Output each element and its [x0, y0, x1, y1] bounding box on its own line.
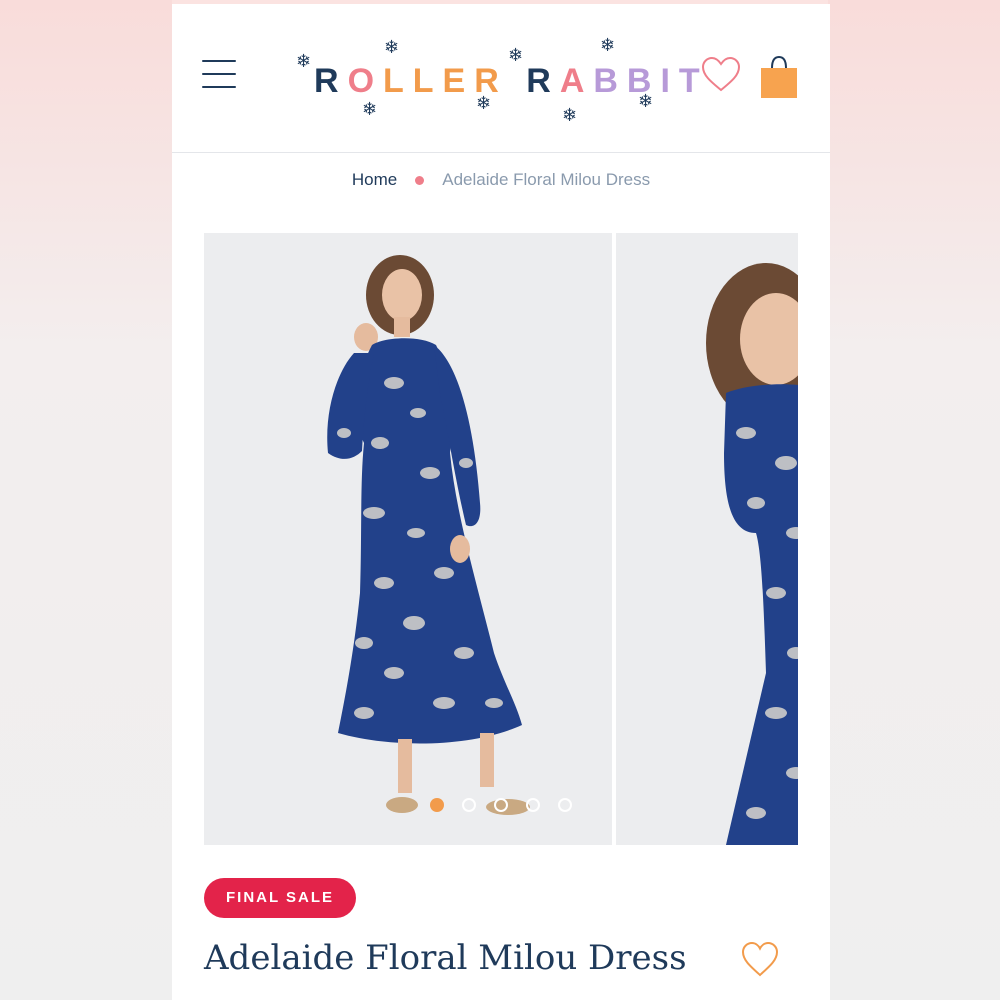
snowflake-icon: ❄ — [600, 35, 616, 55]
final-sale-badge: FINAL SALE — [204, 878, 357, 918]
shopping-bag-icon[interactable] — [758, 54, 800, 100]
hamburger-menu-icon[interactable] — [202, 60, 236, 94]
product-image-side[interactable] — [616, 233, 798, 845]
site-header: ❄ ❄ ❄ ❄ ❄ ❄ ❄ ❄ ROLLER RABBIT — [172, 4, 830, 153]
mobile-page: ❄ ❄ ❄ ❄ ❄ ❄ ❄ ❄ ROLLER RABBIT Home Adelai… — [172, 4, 830, 1000]
breadcrumb-home-link[interactable]: Home — [352, 170, 397, 189]
breadcrumb: Home Adelaide Floral Milou Dress — [172, 170, 830, 190]
logo-letter: A — [559, 62, 594, 100]
logo-letter: R — [526, 62, 560, 100]
carousel-dot-3[interactable] — [494, 798, 508, 812]
snowflake-icon: ❄ — [296, 51, 312, 71]
roller-rabbit-logo[interactable]: ❄ ❄ ❄ ❄ ❄ ❄ ❄ ❄ ROLLER RABBIT — [292, 32, 700, 128]
logo-space — [508, 62, 526, 100]
logo-letter: R — [314, 62, 348, 100]
carousel-dot-5[interactable] — [558, 798, 572, 812]
snowflake-icon: ❄ — [362, 99, 378, 119]
product-image-front[interactable] — [204, 233, 612, 845]
logo-letter: BBIT — [593, 62, 709, 100]
carousel-dot-2[interactable] — [462, 798, 476, 812]
logo-letter: O — [347, 62, 384, 100]
snowflake-icon: ❄ — [384, 37, 400, 57]
carousel-dot-4[interactable] — [526, 798, 540, 812]
product-title: Adelaide Floral Milou Dress — [204, 938, 687, 978]
snowflake-icon: ❄ — [562, 105, 578, 125]
heart-outline-icon[interactable] — [700, 54, 742, 96]
breadcrumb-current: Adelaide Floral Milou Dress — [442, 170, 651, 189]
logo-wordmark: ROLLER RABBIT — [314, 62, 709, 101]
logo-letter: LLER — [383, 62, 508, 100]
heart-outline-icon[interactable] — [740, 940, 780, 980]
product-image-carousel[interactable] — [204, 233, 798, 845]
background-blur-left — [0, 0, 172, 1000]
background-blur-right — [828, 0, 1000, 1000]
carousel-dot-1[interactable] — [430, 798, 444, 812]
breadcrumb-separator — [415, 175, 425, 185]
carousel-pagination — [204, 798, 798, 818]
